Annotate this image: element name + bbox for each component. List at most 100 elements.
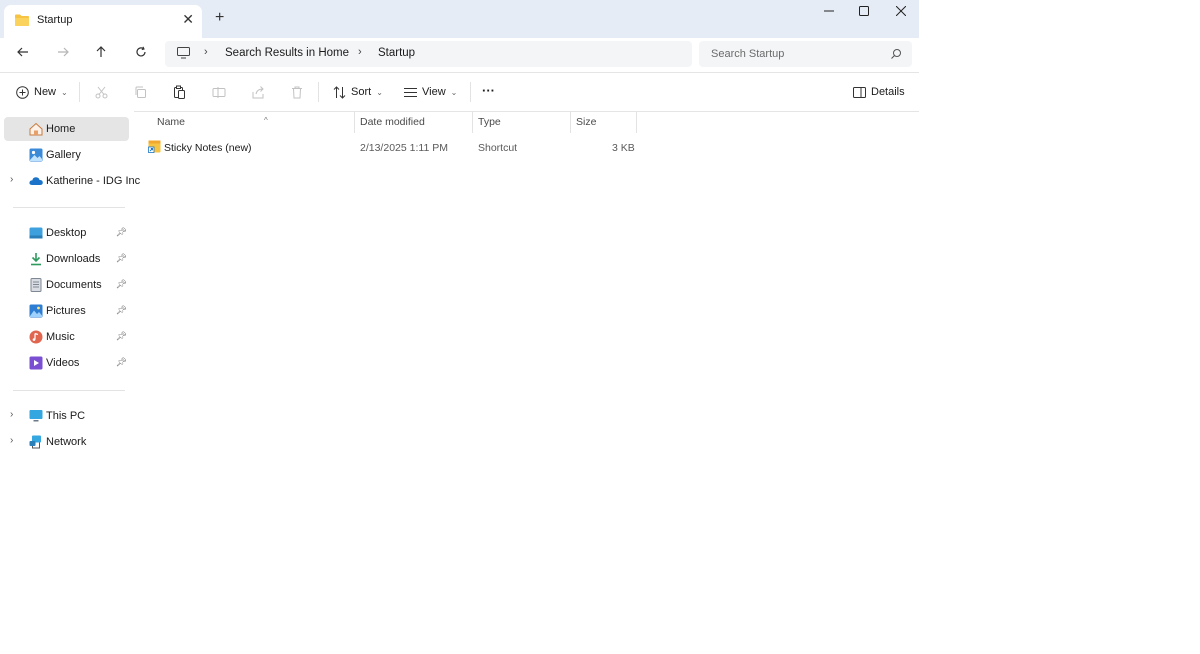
file-date-modified: 2/13/2025 1:11 PM <box>360 142 448 154</box>
divider <box>470 82 471 102</box>
trash-icon <box>292 86 302 98</box>
details-pane-button[interactable]: Details <box>853 83 905 101</box>
search-icon <box>891 49 901 59</box>
column-header-date-modified[interactable]: Date modified <box>355 111 471 133</box>
music-icon <box>29 330 43 344</box>
documents-icon <box>30 278 42 292</box>
column-separator[interactable] <box>636 111 637 133</box>
nav-item-network[interactable]: › Network <box>4 430 129 454</box>
pictures-icon <box>29 304 43 318</box>
nav-item-label: Pictures <box>46 305 86 317</box>
view-label: View <box>422 86 446 98</box>
close-window-button[interactable] <box>886 4 916 22</box>
nav-item-label: This PC <box>46 410 86 422</box>
nav-item-label: Videos <box>46 357 80 369</box>
nav-item-this-pc[interactable]: › This PC <box>4 404 129 428</box>
breadcrumb[interactable]: › Search Results in Home › Startup <box>165 41 692 67</box>
more-icon: ··· <box>482 82 495 98</box>
rename-icon <box>212 86 226 98</box>
list-view-icon <box>404 87 417 97</box>
desktop-icon <box>29 227 43 239</box>
chevron-down-icon: ⌄ <box>450 87 458 97</box>
refresh-button[interactable] <box>130 44 152 64</box>
pin-icon[interactable]: 📌︎ <box>116 253 127 264</box>
navigation-pane: Home Gallery › Katherine - IDG Inc Deskt… <box>0 111 140 462</box>
divider <box>318 82 319 102</box>
file-size: 3 KB <box>612 142 635 154</box>
tab-title: Startup <box>37 14 73 26</box>
nav-item-videos[interactable]: Videos 📌︎ <box>4 351 129 375</box>
chevron-right-icon[interactable]: › <box>10 174 13 185</box>
gallery-icon <box>29 148 43 162</box>
arrow-left-icon <box>17 47 28 57</box>
refresh-icon <box>136 46 146 57</box>
pin-icon[interactable]: 📌︎ <box>116 331 127 342</box>
chevron-right-icon: › <box>358 46 362 58</box>
chevron-down-icon: ⌄ <box>376 87 383 97</box>
divider <box>13 390 125 391</box>
sort-up-icon: ^ <box>264 116 268 125</box>
sort-button[interactable]: Sort ⌄ <box>333 83 383 101</box>
share-button[interactable] <box>252 83 265 101</box>
file-explorer-window: Startup ✕ + › Search Results in Home › S… <box>0 0 919 462</box>
sort-icon <box>333 85 346 99</box>
column-header-name[interactable]: ^ Name <box>150 111 354 133</box>
nav-item-desktop[interactable]: Desktop 📌︎ <box>4 221 129 245</box>
new-button[interactable]: New ⌄ <box>16 83 68 101</box>
new-tab-button[interactable]: + <box>215 9 224 27</box>
onedrive-icon <box>29 177 43 185</box>
rename-button[interactable] <box>212 83 226 101</box>
column-header-type[interactable]: Type <box>473 111 570 133</box>
nav-item-pictures[interactable]: Pictures 📌︎ <box>4 299 129 323</box>
nav-item-onedrive[interactable]: › Katherine - IDG Inc <box>4 169 140 193</box>
pin-icon[interactable]: 📌︎ <box>116 227 127 238</box>
pin-icon[interactable]: 📌︎ <box>116 279 127 290</box>
nav-item-downloads[interactable]: Downloads 📌︎ <box>4 247 129 271</box>
divider <box>79 82 80 102</box>
nav-item-label: Home <box>46 123 76 135</box>
chevron-right-icon[interactable]: › <box>10 409 13 420</box>
table-row[interactable]: Sticky Notes (new) 2/13/2025 1:11 PM Sho… <box>146 136 636 158</box>
home-icon <box>29 122 43 136</box>
address-bar: › Search Results in Home › Startup Searc… <box>0 38 919 72</box>
nav-item-gallery[interactable]: Gallery <box>4 143 129 167</box>
maximize-icon <box>859 6 869 16</box>
chevron-down-icon: ⌄ <box>61 87 68 97</box>
maximize-button[interactable] <box>849 4 879 22</box>
nav-item-label: Downloads <box>46 253 101 265</box>
more-options-button[interactable]: ··· <box>482 81 495 99</box>
nav-item-label: Gallery <box>46 149 81 161</box>
pin-icon[interactable]: 📌︎ <box>116 357 127 368</box>
computer-icon <box>177 47 190 59</box>
delete-button[interactable] <box>291 83 303 101</box>
nav-item-label: Desktop <box>46 227 87 239</box>
arrow-up-icon <box>96 46 106 57</box>
paste-button[interactable] <box>173 83 186 101</box>
tab-startup[interactable]: Startup ✕ <box>4 5 202 38</box>
column-header-size[interactable]: Size <box>571 111 635 133</box>
forward-button[interactable] <box>52 44 74 64</box>
minimize-button[interactable] <box>814 4 844 22</box>
nav-item-documents[interactable]: Documents 📌︎ <box>4 273 129 297</box>
cut-button[interactable] <box>95 83 108 101</box>
pin-icon[interactable]: 📌︎ <box>116 305 127 316</box>
view-button[interactable]: View ⌄ <box>404 83 457 101</box>
breadcrumb-search-results[interactable]: Search Results in Home <box>225 47 349 59</box>
back-button[interactable] <box>12 44 34 64</box>
nav-item-home[interactable]: Home <box>4 117 129 141</box>
search-input[interactable]: Search Startup <box>699 41 912 67</box>
this-pc-icon <box>29 410 43 422</box>
close-icon <box>895 5 907 17</box>
details-label: Details <box>871 86 905 98</box>
chevron-right-icon[interactable]: › <box>10 435 13 446</box>
nav-item-music[interactable]: Music 📌︎ <box>4 325 129 349</box>
close-tab-icon[interactable]: ✕ <box>182 11 194 28</box>
up-button[interactable] <box>90 44 112 64</box>
downloads-icon <box>31 253 41 266</box>
copy-button[interactable] <box>134 83 147 101</box>
network-icon <box>29 435 41 449</box>
sticky-notes-shortcut-icon <box>148 140 161 153</box>
new-label: New <box>34 86 57 98</box>
search-placeholder: Search Startup <box>711 48 785 60</box>
breadcrumb-startup[interactable]: Startup <box>378 47 415 59</box>
